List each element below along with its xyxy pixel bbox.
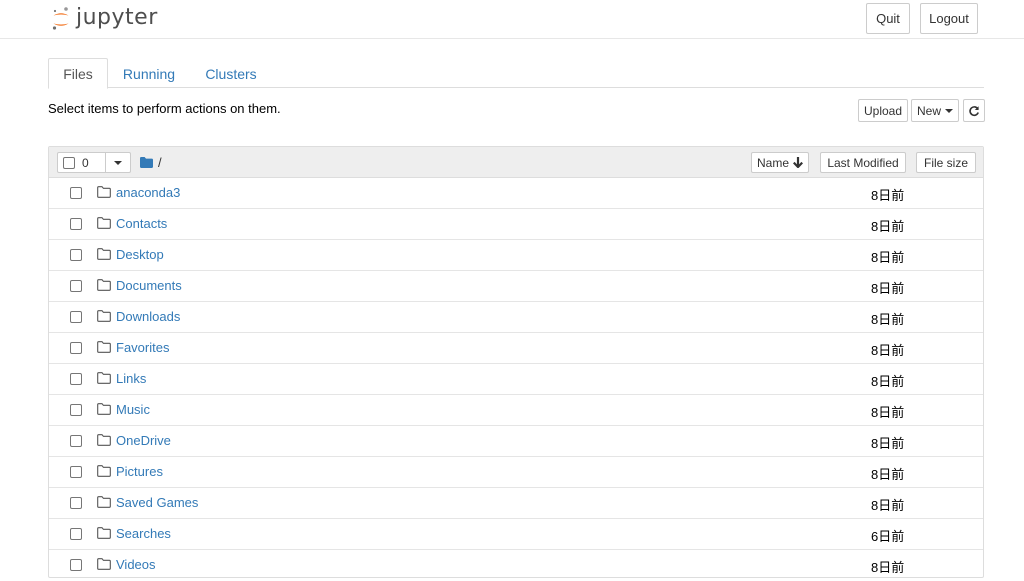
file-modified-time: 8日前 xyxy=(871,467,905,482)
file-row[interactable]: Documents 8日前 xyxy=(49,271,983,302)
logout-button[interactable]: Logout xyxy=(920,3,978,34)
breadcrumb[interactable]: / xyxy=(140,155,162,170)
file-name-link[interactable]: Downloads xyxy=(116,309,180,324)
arrow-down-icon xyxy=(793,157,803,168)
file-name-link[interactable]: Favorites xyxy=(116,340,169,355)
row-checkbox[interactable] xyxy=(70,342,82,354)
folder-icon xyxy=(97,434,111,446)
file-row[interactable]: Music 8日前 xyxy=(49,395,983,426)
file-modified-time: 8日前 xyxy=(871,374,905,389)
row-checkbox[interactable] xyxy=(70,280,82,292)
tab-clusters[interactable]: Clusters xyxy=(196,58,266,89)
file-row[interactable]: anaconda3 8日前 xyxy=(49,178,983,209)
tab-running[interactable]: Running xyxy=(114,58,184,89)
folder-icon xyxy=(140,157,153,168)
new-button[interactable]: New xyxy=(911,99,959,122)
file-name-link[interactable]: OneDrive xyxy=(116,433,171,448)
folder-icon xyxy=(97,403,111,415)
tab-bar: Files Running Clusters xyxy=(48,58,984,89)
file-modified-time: 8日前 xyxy=(871,498,905,513)
row-checkbox[interactable] xyxy=(70,404,82,416)
file-name-link[interactable]: anaconda3 xyxy=(116,185,180,200)
row-checkbox[interactable] xyxy=(70,466,82,478)
file-modified-time: 8日前 xyxy=(871,281,905,296)
file-modified-time: 8日前 xyxy=(871,312,905,327)
select-all-checkbox[interactable] xyxy=(63,156,75,169)
row-checkbox[interactable] xyxy=(70,373,82,385)
file-row[interactable]: Searches 6日前 xyxy=(49,519,983,550)
folder-icon xyxy=(97,248,111,260)
file-name-link[interactable]: Contacts xyxy=(116,216,167,231)
sort-name-label: Name xyxy=(756,155,789,170)
file-row[interactable]: Desktop 8日前 xyxy=(49,240,983,271)
folder-icon xyxy=(97,341,111,353)
logo-text: jupyter xyxy=(76,4,158,30)
row-checkbox[interactable] xyxy=(70,249,82,261)
caret-down-icon xyxy=(114,160,122,165)
instructions-text: Select items to perform actions on them. xyxy=(48,101,281,116)
row-checkbox[interactable] xyxy=(70,187,82,199)
file-row[interactable]: Saved Games 8日前 xyxy=(49,488,983,519)
file-modified-time: 6日前 xyxy=(871,529,905,544)
select-all-control[interactable]: 0 xyxy=(58,153,106,172)
file-name-link[interactable]: Documents xyxy=(116,278,182,293)
row-checkbox[interactable] xyxy=(70,311,82,323)
sort-file-size-button[interactable]: File size xyxy=(916,152,976,173)
file-name-link[interactable]: Music xyxy=(116,402,150,417)
quit-button[interactable]: Quit xyxy=(866,3,910,34)
folder-icon xyxy=(97,465,111,477)
tab-files[interactable]: Files xyxy=(48,58,108,89)
file-modified-time: 8日前 xyxy=(871,188,905,203)
caret-down-icon xyxy=(945,108,953,113)
file-name-link[interactable]: Videos xyxy=(116,557,156,572)
row-checkbox[interactable] xyxy=(70,497,82,509)
new-button-label: New xyxy=(916,103,941,118)
file-modified-time: 8日前 xyxy=(871,250,905,265)
file-row[interactable]: Downloads 8日前 xyxy=(49,302,983,333)
file-name-link[interactable]: Searches xyxy=(116,526,171,541)
folder-icon xyxy=(97,310,111,322)
list-header: 0 / Name Last Modified File size xyxy=(49,147,983,178)
breadcrumb-root[interactable]: / xyxy=(158,155,162,170)
refresh-button[interactable] xyxy=(963,99,985,122)
file-row[interactable]: Links 8日前 xyxy=(49,364,983,395)
folder-icon xyxy=(97,527,111,539)
app-header: jupyter Quit Logout xyxy=(0,0,1024,39)
row-checkbox[interactable] xyxy=(70,218,82,230)
file-name-link[interactable]: Pictures xyxy=(116,464,163,479)
sort-last-modified-button[interactable]: Last Modified xyxy=(820,152,906,173)
file-row[interactable]: Videos 8日前 xyxy=(49,550,983,581)
select-all-group: 0 xyxy=(57,152,131,173)
selected-count: 0 xyxy=(82,155,89,170)
file-list: 0 / Name Last Modified File size anacond… xyxy=(48,146,984,578)
folder-icon xyxy=(97,217,111,229)
folder-icon xyxy=(97,186,111,198)
folder-icon xyxy=(97,496,111,508)
file-row[interactable]: Favorites 8日前 xyxy=(49,333,983,364)
file-modified-time: 8日前 xyxy=(871,560,905,575)
folder-icon xyxy=(97,372,111,384)
sort-name-button[interactable]: Name xyxy=(751,152,809,173)
file-name-link[interactable]: Desktop xyxy=(116,247,164,262)
file-modified-time: 8日前 xyxy=(871,405,905,420)
file-row[interactable]: OneDrive 8日前 xyxy=(49,426,983,457)
folder-icon xyxy=(97,279,111,291)
file-name-link[interactable]: Saved Games xyxy=(116,495,198,510)
jupyter-logo-icon xyxy=(52,7,69,30)
folder-icon xyxy=(97,558,111,570)
refresh-icon xyxy=(969,105,979,116)
file-modified-time: 8日前 xyxy=(871,436,905,451)
file-row[interactable]: Pictures 8日前 xyxy=(49,457,983,488)
file-name-link[interactable]: Links xyxy=(116,371,146,386)
select-dropdown-button[interactable] xyxy=(106,153,130,172)
row-checkbox[interactable] xyxy=(70,435,82,447)
file-modified-time: 8日前 xyxy=(871,343,905,358)
file-modified-time: 8日前 xyxy=(871,219,905,234)
upload-button[interactable]: Upload xyxy=(858,99,908,122)
file-row[interactable]: Contacts 8日前 xyxy=(49,209,983,240)
row-checkbox[interactable] xyxy=(70,528,82,540)
row-checkbox[interactable] xyxy=(70,559,82,571)
jupyter-logo[interactable]: jupyter xyxy=(52,5,158,33)
